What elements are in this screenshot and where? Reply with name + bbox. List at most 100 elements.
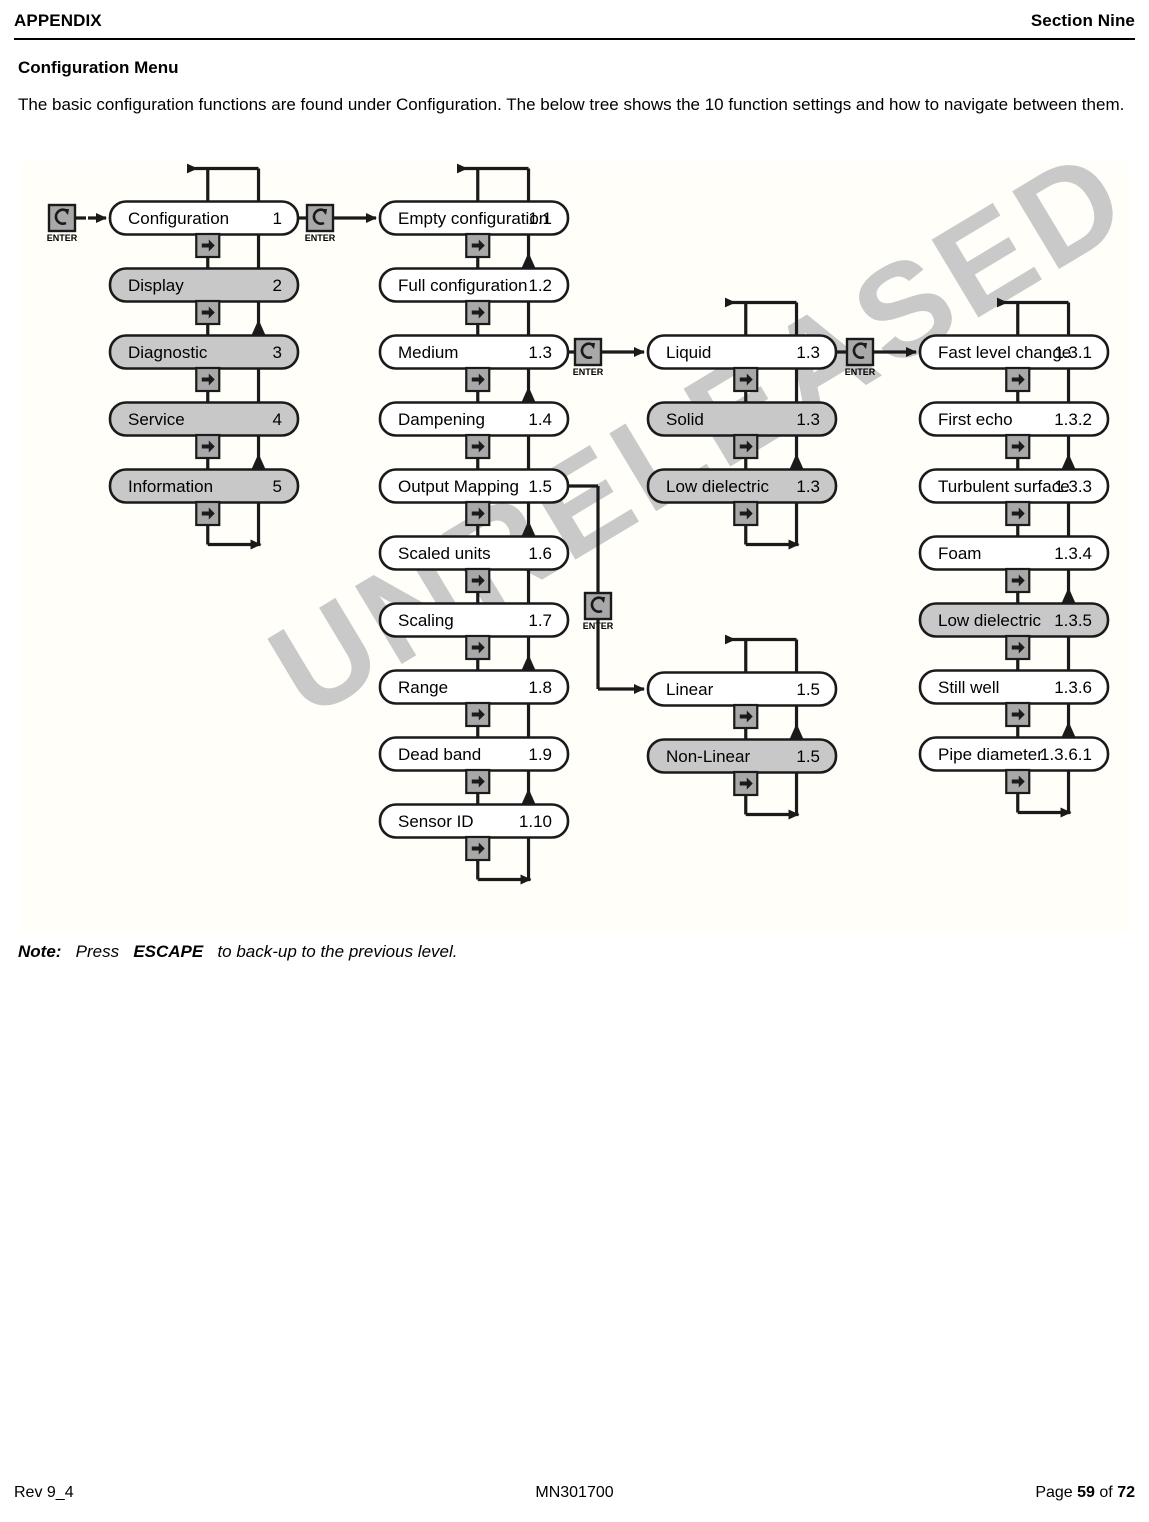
menu-box-label: Fast level change <box>938 343 1071 362</box>
menu-tree-svg: Configuration 1 Display 2 Diagnostic 3 Service… <box>47 163 1110 885</box>
menu-box[interactable]: Configuration 1 <box>108 200 300 236</box>
menu-box-index: 1.3 <box>528 343 552 362</box>
menu-box-label: Service <box>128 410 185 429</box>
next-step-button[interactable] <box>465 701 491 728</box>
enter-key-label: ENTER <box>573 367 604 377</box>
menu-box-label: Sensor ID <box>398 812 474 831</box>
menu-box-label: Full configuration <box>398 276 527 295</box>
menu-box-index: 1.3.6 <box>1054 678 1092 697</box>
menu-box-index: 1.3 <box>796 343 820 362</box>
enter-key-icon[interactable]: ENTER <box>845 337 876 377</box>
menu-box[interactable]: First echo 1.3.2 <box>918 401 1110 437</box>
enter-key-icon[interactable]: ENTER <box>573 337 604 377</box>
menu-box-index: 1.3 <box>796 477 820 496</box>
note-line: Note: Press ESCAPE to back-up to the pre… <box>18 942 457 962</box>
next-step-button[interactable] <box>195 433 221 460</box>
menu-box[interactable]: Full configuration 1.2 <box>378 267 570 303</box>
menu-box-index: 1.6 <box>528 544 552 563</box>
menu-box-label: Configuration <box>128 209 229 228</box>
menu-box-index: 1.3.6.1 <box>1040 745 1092 764</box>
next-step-button[interactable] <box>1005 433 1031 460</box>
next-step-button[interactable] <box>1005 366 1031 393</box>
page-footer: Rev 9_4 MN301700 Page 59 of 72 <box>14 1484 1135 1502</box>
next-step-button[interactable] <box>195 232 221 259</box>
next-step-button[interactable] <box>465 366 491 393</box>
next-step-button[interactable] <box>465 768 491 795</box>
menu-box-label: Range <box>398 678 448 697</box>
next-step-button[interactable] <box>1005 768 1031 795</box>
menu-box-label: Scaled units <box>398 544 491 563</box>
menu-box[interactable]: Scaled units 1.6 <box>378 535 570 571</box>
menu-box[interactable]: Diagnostic 3 <box>108 334 300 370</box>
menu-box[interactable]: Liquid 1.3 <box>646 334 838 370</box>
next-step-button[interactable] <box>195 500 221 527</box>
menu-box-label: Medium <box>398 343 458 362</box>
next-step-button[interactable] <box>195 299 221 326</box>
header-left-text: APPENDIX <box>14 11 102 30</box>
note-text-after: to back-up to the previous level. <box>217 942 458 961</box>
next-step-button[interactable] <box>1005 634 1031 661</box>
menu-box[interactable]: Display 2 <box>108 267 300 303</box>
menu-box[interactable]: Information 5 <box>108 468 300 504</box>
menu-box-index: 1.3 <box>796 410 820 429</box>
menu-box[interactable]: Fast level change1.3.1 <box>918 334 1110 370</box>
menu-box[interactable]: Turbulent surface1.3.3 <box>918 468 1110 504</box>
next-step-button[interactable] <box>465 634 491 661</box>
note-emphasis: ESCAPE <box>133 942 204 961</box>
menu-box-index: 1.5 <box>796 680 820 699</box>
menu-box[interactable]: Still well 1.3.6 <box>918 669 1110 705</box>
menu-box[interactable]: Dampening 1.4 <box>378 401 570 437</box>
menu-box[interactable]: Sensor ID 1.10 <box>378 803 570 839</box>
next-step-button[interactable] <box>195 366 221 393</box>
menu-box[interactable]: Non-Linear 1.5 <box>646 738 838 774</box>
menu-box-index: 3 <box>273 343 282 362</box>
enter-key-icon[interactable]: ENTER <box>47 203 78 243</box>
menu-box-index: 1.3.2 <box>1054 410 1092 429</box>
next-step-button[interactable] <box>733 366 759 393</box>
menu-box[interactable]: Output Mapping 1.5 <box>378 468 570 504</box>
next-step-button[interactable] <box>1005 567 1031 594</box>
next-step-button[interactable] <box>465 500 491 527</box>
next-step-button[interactable] <box>465 299 491 326</box>
menu-box[interactable]: Empty configuration1.1 <box>378 200 570 236</box>
menu-box[interactable]: Pipe diameter1.3.6.1 <box>918 736 1110 772</box>
enter-key-icon[interactable]: ENTER <box>305 203 336 243</box>
menu-box-index: 1.5 <box>796 747 820 766</box>
menu-box[interactable]: Medium 1.3 <box>378 334 570 370</box>
menu-box-index: 1.4 <box>528 410 552 429</box>
next-step-button[interactable] <box>1005 701 1031 728</box>
footer-document-number: MN301700 <box>535 1484 614 1501</box>
next-step-button[interactable] <box>733 433 759 460</box>
menu-box-index: 1.7 <box>528 611 552 630</box>
menu-box-label: Dampening <box>398 410 485 429</box>
menu-box[interactable]: Scaling 1.7 <box>378 602 570 638</box>
menu-box[interactable]: Linear 1.5 <box>646 671 838 707</box>
menu-box-label: First echo <box>938 410 1013 429</box>
next-step-button[interactable] <box>733 500 759 527</box>
menu-box[interactable]: Service 4 <box>108 401 300 437</box>
next-step-button[interactable] <box>465 835 491 862</box>
menu-box-label: Still well <box>938 678 999 697</box>
menu-box[interactable]: Dead band 1.9 <box>378 736 570 772</box>
next-step-button[interactable] <box>465 433 491 460</box>
menu-box-label: Liquid <box>666 343 711 362</box>
next-step-button[interactable] <box>733 703 759 730</box>
menu-box-index: 5 <box>273 477 282 496</box>
menu-box-label: Dead band <box>398 745 481 764</box>
menu-box-label: Output Mapping <box>398 477 519 496</box>
next-step-button[interactable] <box>465 567 491 594</box>
menu-box-label: Information <box>128 477 213 496</box>
next-step-button[interactable] <box>1005 500 1031 527</box>
next-step-button[interactable] <box>465 232 491 259</box>
intro-paragraph: The basic configuration functions are fo… <box>18 95 1125 114</box>
next-step-button[interactable] <box>733 770 759 797</box>
menu-box-index: 1.8 <box>528 678 552 697</box>
menu-box-index: 1.1 <box>528 209 552 228</box>
menu-box[interactable]: Range 1.8 <box>378 669 570 705</box>
menu-box[interactable]: Solid 1.3 <box>646 401 838 437</box>
menu-box[interactable]: Low dielectric 1.3.5 <box>918 602 1110 638</box>
menu-box-label: Turbulent surface <box>938 477 1070 496</box>
menu-box[interactable]: Foam 1.3.4 <box>918 535 1110 571</box>
menu-box[interactable]: Low dielectric 1.3 <box>646 468 838 504</box>
menu-box-index: 1.2 <box>528 276 552 295</box>
